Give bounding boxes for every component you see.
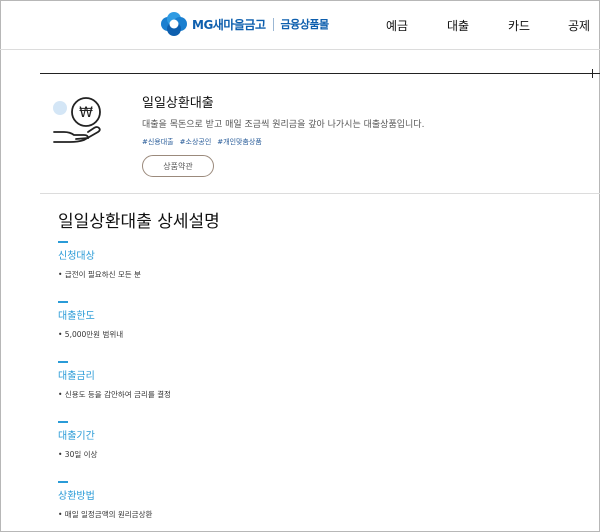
section-marker — [58, 241, 68, 243]
section-heading-repayment: 상환방법 — [58, 491, 95, 502]
section-heading-eligibility: 신청대상 — [58, 251, 95, 262]
section-marker — [58, 421, 68, 423]
nav-insurance[interactable]: 공제 — [568, 17, 590, 34]
product-description: 대출을 목돈으로 받고 매일 조금씩 원리금을 갚아 나가시는 대출상품입니다. — [142, 120, 425, 130]
section-divider-middle — [40, 193, 600, 194]
section-item-term: • 30일 이상 — [58, 450, 98, 459]
mg-logo-icon — [160, 11, 188, 37]
tag-personal[interactable]: #개인맞춤상품 — [217, 137, 262, 147]
section-heading-rate: 대출금리 — [58, 371, 95, 382]
brand-logo[interactable]: MG새마을금고 금융상품몰 — [160, 10, 329, 38]
section-heading-limit: 대출한도 — [58, 311, 95, 322]
nav-loan[interactable]: 대출 — [447, 17, 469, 34]
hand-coin-icon: ₩ — [50, 92, 110, 148]
section-marker — [58, 301, 68, 303]
section-item-repayment: • 매일 일정금액의 원리금상환 — [58, 510, 153, 519]
svg-text:₩: ₩ — [79, 105, 93, 121]
logo-divider — [272, 17, 274, 31]
section-marker — [58, 361, 68, 363]
section-item-rate: • 신용도 등을 감안하여 금리를 결정 — [58, 390, 171, 399]
product-title: 일일상환대출 — [142, 96, 214, 111]
nav-deposit[interactable]: 예금 — [386, 17, 408, 34]
brand-name: MG새마을금고 — [192, 17, 266, 32]
product-terms-button[interactable]: 상품약관 — [142, 155, 214, 177]
section-heading-term: 대출기간 — [58, 431, 95, 442]
section-marker — [58, 481, 68, 483]
nav-card[interactable]: 카드 — [508, 17, 530, 34]
site-header: MG새마을금고 금융상품몰 예금 대출 카드 공제 — [0, 0, 600, 50]
section-item-limit: • 5,000만원 범위내 — [58, 330, 124, 339]
section-divider-top — [40, 73, 600, 74]
brand-subtitle: 금융상품몰 — [280, 18, 330, 31]
section-item-eligibility: • 급전이 필요하신 모든 분 — [58, 270, 141, 279]
details-title: 일일상환대출 상세설명 — [58, 212, 220, 232]
tag-credit-loan[interactable]: #신용대출 — [142, 137, 174, 147]
tag-small-business[interactable]: #소상공인 — [180, 137, 212, 147]
product-tags: #신용대출 #소상공인 #개인맞춤상품 — [142, 137, 262, 147]
divider-tick — [592, 69, 593, 78]
